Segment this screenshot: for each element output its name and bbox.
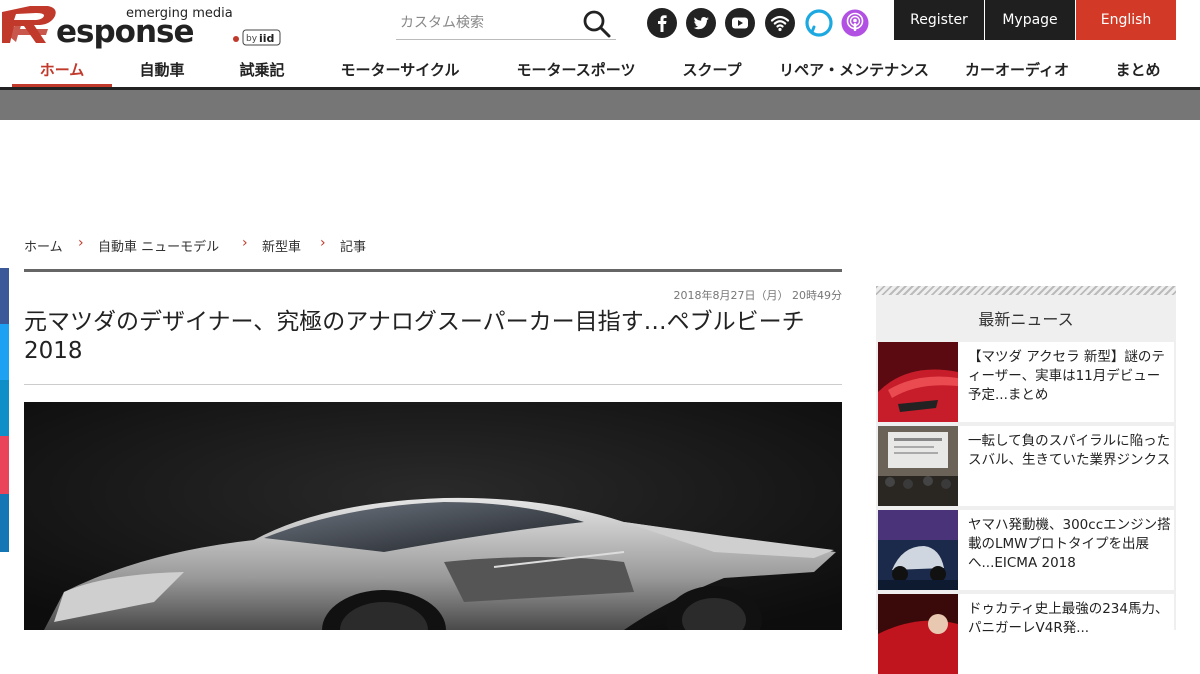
wifi-icon[interactable] bbox=[765, 8, 795, 38]
share-twitter[interactable] bbox=[0, 324, 9, 380]
news-item[interactable]: 一転して負のスパイラルに陥ったスバル、生きていた業界ジンクス bbox=[878, 426, 1174, 506]
english-label: English bbox=[1100, 12, 1152, 28]
svg-text:by: by bbox=[246, 34, 258, 44]
breadcrumb-new-models[interactable]: 自動車 ニューモデル bbox=[98, 236, 219, 255]
english-button[interactable]: English bbox=[1076, 0, 1176, 40]
ad-banner bbox=[0, 90, 1200, 120]
nav-item-motorcycle[interactable]: モーターサイクル bbox=[330, 54, 470, 87]
alexa-icon[interactable] bbox=[804, 8, 834, 38]
brand-tagline: emerging media bbox=[126, 6, 233, 21]
nav-item-cars[interactable]: 自動車 bbox=[122, 54, 202, 87]
facebook-icon[interactable] bbox=[647, 8, 677, 38]
article-top-rule bbox=[24, 269, 842, 272]
news-item[interactable]: ヤマハ発動機、300ccエンジン搭載のLMWプロトタイプを出展へ...EICMA… bbox=[878, 510, 1174, 590]
news-headline: 一転して負のスパイラルに陥ったスバル、生きていた業界ジンクス bbox=[968, 433, 1171, 468]
news-headline: 【マツダ アクセラ 新型】謎のティーザー、実車は11月デビュー予定...まとめ bbox=[968, 349, 1165, 403]
latest-news-panel: 最新ニュース 【マツダ アクセラ 新型】謎のティーザー、実車は11月デビュー予定… bbox=[876, 286, 1176, 674]
mypage-button[interactable]: Mypage bbox=[985, 0, 1075, 40]
response-logo[interactable]: esponse emerging media by iid bbox=[0, 2, 290, 50]
share-pocket[interactable] bbox=[0, 436, 9, 494]
youtube-icon[interactable] bbox=[725, 8, 755, 38]
svg-text:iid: iid bbox=[259, 32, 274, 45]
title-divider bbox=[24, 384, 842, 385]
nav-item-motorsports[interactable]: モータースポーツ bbox=[506, 54, 646, 87]
register-button[interactable]: Register bbox=[894, 0, 984, 40]
breadcrumb-article: 記事 bbox=[340, 240, 367, 255]
news-item[interactable]: 【マツダ アクセラ 新型】謎のティーザー、実車は11月デビュー予定...まとめ bbox=[878, 342, 1174, 422]
news-thumbnail bbox=[878, 510, 958, 590]
news-headline: ヤマハ発動機、300ccエンジン搭載のLMWプロトタイプを出展へ...EICMA… bbox=[968, 517, 1171, 571]
news-thumbnail bbox=[878, 342, 958, 422]
breadcrumb-separator: › bbox=[242, 235, 248, 251]
nav-item-repair[interactable]: リペア・メンテナンス bbox=[770, 54, 938, 87]
news-item[interactable]: ドゥカティ史上最強の234馬力、パニガーレV4R発... bbox=[878, 594, 1174, 674]
article-date: 2018年8月27日（月） 20時49分 bbox=[673, 289, 842, 302]
share-hatena[interactable] bbox=[0, 380, 9, 436]
nav-item-test-drive[interactable]: 試乗記 bbox=[222, 54, 302, 87]
podcast-icon[interactable] bbox=[840, 8, 870, 38]
site-header: esponse emerging media by iid カスタム検索 Reg… bbox=[0, 0, 1200, 52]
nav-item-matome[interactable]: まとめ bbox=[1098, 54, 1178, 87]
nav-item-car-audio[interactable]: カーオーディオ bbox=[957, 54, 1077, 87]
share-line[interactable] bbox=[0, 494, 9, 552]
article-hero-image[interactable] bbox=[24, 402, 842, 630]
news-thumbnail bbox=[878, 594, 958, 674]
sidebar-stripe bbox=[876, 286, 1176, 295]
breadcrumb-home[interactable]: ホーム bbox=[24, 236, 63, 255]
breadcrumb-separator: › bbox=[320, 235, 326, 251]
main-nav: ホーム 自動車 試乗記 モーターサイクル モータースポーツ スクープ リペア・メ… bbox=[0, 54, 1200, 90]
article-title: 元マツダのデザイナー、究極のアナログスーパーカー目指す…ペブルビーチ2018 bbox=[24, 309, 805, 364]
search-box bbox=[396, 2, 616, 40]
nav-item-home[interactable]: ホーム bbox=[12, 54, 112, 87]
latest-news-title: 最新ニュース bbox=[978, 310, 1074, 329]
breadcrumb-separator: › bbox=[78, 235, 84, 251]
nav-item-scoop[interactable]: スクープ bbox=[672, 54, 752, 87]
news-thumbnail bbox=[878, 426, 958, 506]
search-input[interactable] bbox=[400, 12, 580, 34]
search-icon[interactable] bbox=[582, 9, 612, 39]
share-facebook[interactable] bbox=[0, 268, 9, 324]
news-headline: ドゥカティ史上最強の234馬力、パニガーレV4R発... bbox=[968, 601, 1169, 636]
twitter-icon[interactable] bbox=[686, 8, 716, 38]
breadcrumb-new-car[interactable]: 新型車 bbox=[262, 236, 301, 255]
